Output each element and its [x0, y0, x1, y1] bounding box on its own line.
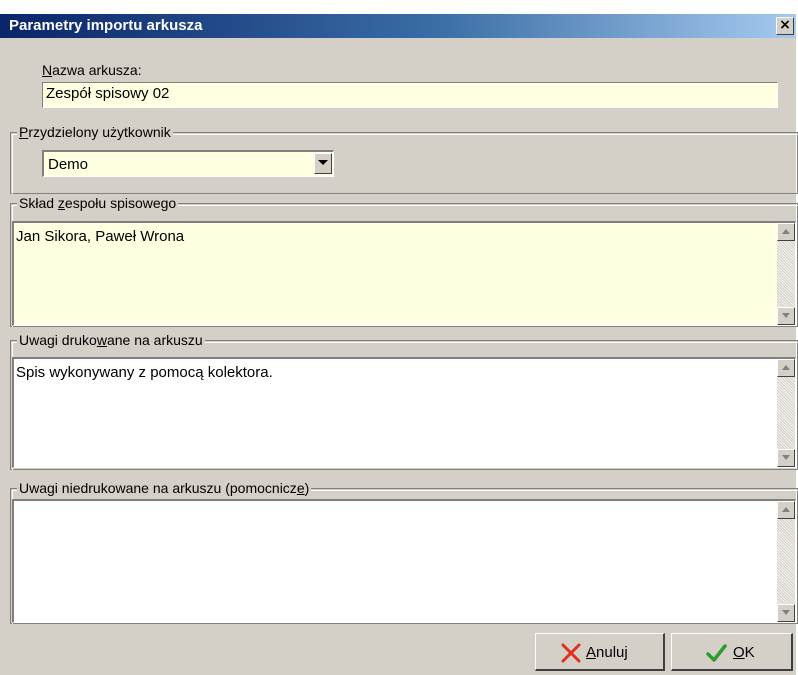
- printed-notes-scrollbar[interactable]: [777, 359, 795, 467]
- scroll-up-button[interactable]: [777, 359, 795, 377]
- ok-button-label: OK: [733, 644, 755, 661]
- scroll-down-button[interactable]: [777, 604, 795, 622]
- cancel-button[interactable]: Anuluj: [535, 633, 665, 671]
- sheet-name-field[interactable]: Zespół spisowy 02: [42, 82, 778, 108]
- dialog-window: Parametry importu arkusza × Nazwa arkusz…: [0, 0, 798, 675]
- assigned-user-label: Przydzielony użytkownik: [17, 124, 173, 140]
- scroll-down-button[interactable]: [777, 307, 795, 325]
- x-cross-icon: [561, 643, 581, 663]
- arrow-down-icon: [782, 610, 790, 615]
- team-textarea[interactable]: Jan Sikora, Paweł Wrona: [12, 221, 796, 326]
- scroll-up-button[interactable]: [777, 223, 795, 241]
- team-value: Jan Sikora, Paweł Wrona: [16, 228, 185, 245]
- close-button[interactable]: ×: [776, 17, 794, 35]
- nonprinted-notes-scrollbar[interactable]: [777, 501, 795, 622]
- arrow-down-icon: [782, 313, 790, 318]
- desktop-background: [0, 0, 798, 14]
- printed-notes-value: Spis wykonywany z pomocą kolektora.: [16, 364, 273, 381]
- assigned-user-value: Demo: [48, 156, 89, 173]
- printed-notes-textarea[interactable]: Spis wykonywany z pomocą kolektora.: [12, 357, 796, 468]
- assigned-user-select[interactable]: Demo: [42, 150, 334, 177]
- nonprinted-notes-label: Uwagi niedrukowane na arkuszu (pomocnicz…: [17, 480, 312, 496]
- checkmark-icon: [706, 644, 727, 662]
- sheet-name-value: Zespół spisowy 02: [46, 85, 170, 102]
- dropdown-button[interactable]: [314, 153, 332, 174]
- dialog-title: Parametry importu arkusza: [9, 17, 203, 34]
- scroll-down-button[interactable]: [777, 449, 795, 467]
- team-label: Skład zespołu spisowego: [17, 195, 179, 211]
- arrow-down-icon: [782, 455, 790, 460]
- title-bar[interactable]: Parametry importu arkusza ×: [0, 14, 796, 38]
- sheet-name-label: Nazwa arkusza:: [42, 62, 142, 78]
- arrow-up-icon: [782, 365, 790, 370]
- printed-notes-label: Uwagi drukowane na arkuszu: [17, 332, 205, 348]
- cancel-button-label: Anuluj: [586, 644, 628, 661]
- team-scrollbar[interactable]: [777, 223, 795, 325]
- ok-button[interactable]: OK: [671, 633, 793, 671]
- scroll-up-button[interactable]: [777, 501, 795, 519]
- nonprinted-notes-textarea[interactable]: [12, 499, 796, 623]
- arrow-up-icon: [782, 507, 790, 512]
- close-icon: ×: [779, 17, 791, 33]
- arrow-up-icon: [782, 229, 790, 234]
- chevron-down-icon: [318, 160, 328, 165]
